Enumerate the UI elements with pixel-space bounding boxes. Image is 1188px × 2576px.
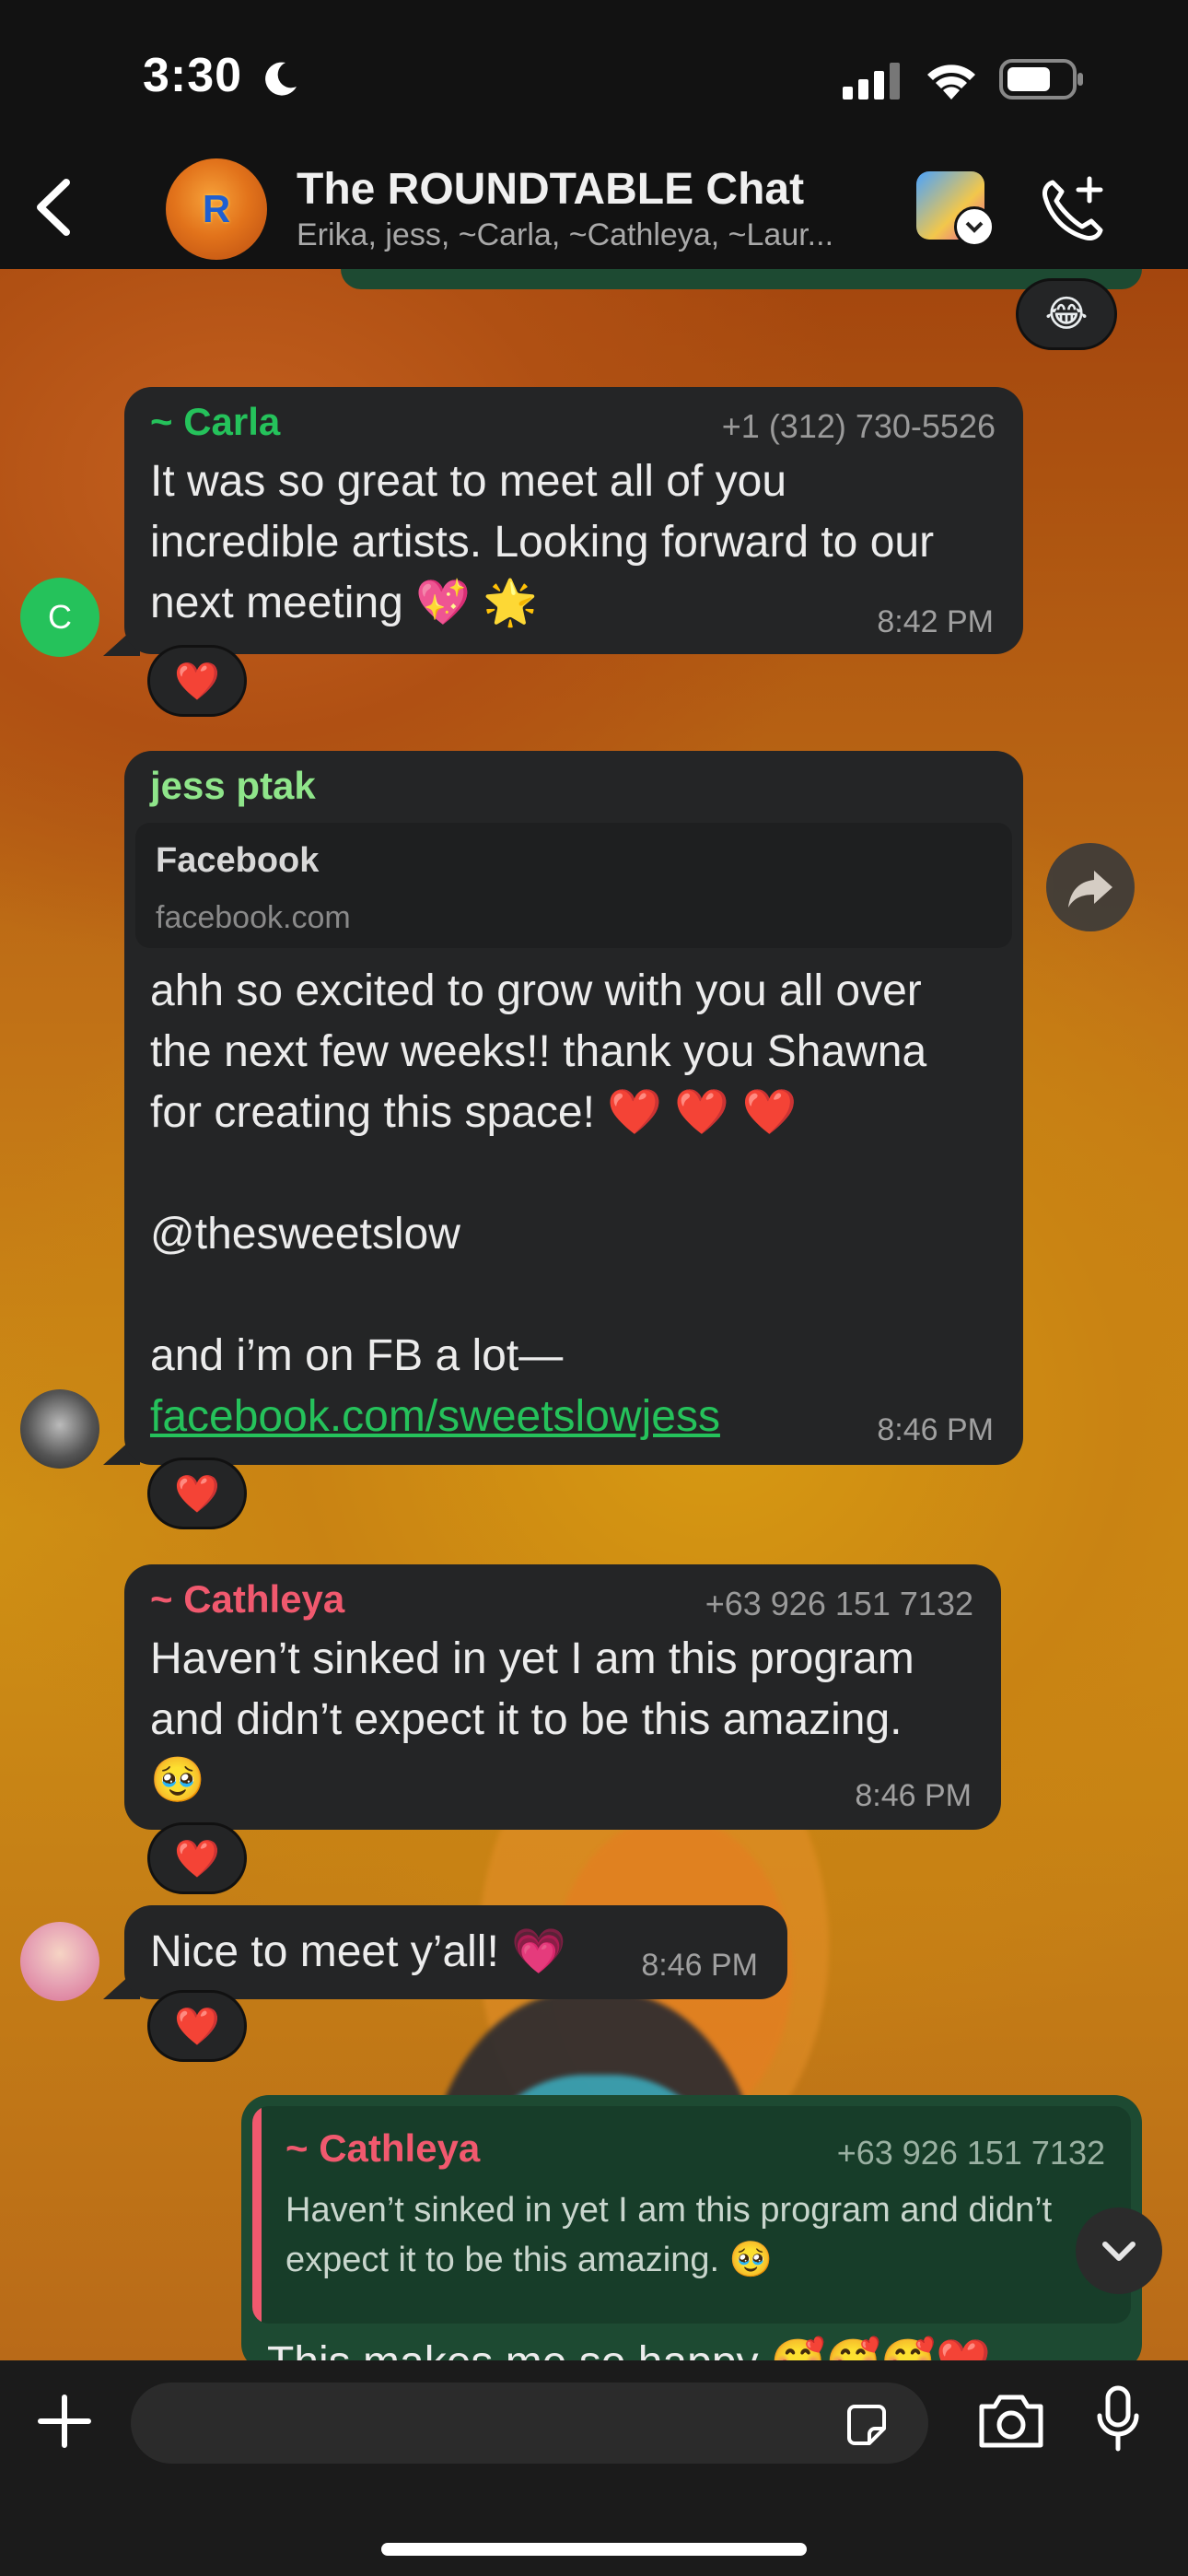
message-time: 8:42 PM xyxy=(877,604,994,639)
reaction-badge[interactable]: ❤️ xyxy=(147,645,247,717)
message-text: Haven’t sinked in yet I am this program … xyxy=(150,1634,914,1805)
link-preview[interactable]: Facebook facebook.com xyxy=(135,823,1012,948)
reaction-emoji: ❤️ xyxy=(174,1838,220,1879)
sender-name[interactable]: jess ptak xyxy=(150,764,316,808)
reaction-emoji: ❤️ xyxy=(174,1473,220,1515)
previous-message-edge xyxy=(341,269,1142,289)
own-message-bubble[interactable]: ~ Cathleya +63 926 151 7132 Haven’t sink… xyxy=(241,2095,1142,2371)
link-preview-title: Facebook xyxy=(156,841,320,880)
message-time: 8:46 PM xyxy=(877,1412,994,1447)
message-text: Nice to meet y’all! 💗 xyxy=(150,1927,566,1976)
moon-icon xyxy=(265,62,297,96)
chat-title[interactable]: The ROUNDTABLE Chat xyxy=(297,164,804,215)
reaction-badge[interactable]: 😂 xyxy=(1016,278,1117,350)
forward-icon xyxy=(1068,871,1112,907)
quoted-sender: ~ Cathleya xyxy=(285,2126,481,2170)
avatar-initial: C xyxy=(48,598,72,636)
reaction-emoji: 😂 xyxy=(1044,294,1089,334)
battery-icon xyxy=(999,59,1083,100)
quoted-phone: +63 926 151 7132 xyxy=(836,2134,1105,2172)
quoted-message[interactable]: ~ Cathleya +63 926 151 7132 Haven’t sink… xyxy=(252,2106,1131,2324)
reaction-emoji: ❤️ xyxy=(174,661,220,702)
sender-name[interactable]: ~ Cathleya xyxy=(150,1577,344,1622)
message-time: 8:46 PM xyxy=(641,1948,758,1983)
quoted-text: Haven’t sinked in yet I am this program … xyxy=(285,2191,1053,2279)
sender-phone: +1 (312) 730-5526 xyxy=(721,407,996,445)
reaction-badge[interactable]: ❤️ xyxy=(147,1458,247,1529)
plus-icon[interactable] xyxy=(35,2392,94,2451)
message-bubble[interactable]: ~ Cathleya +63 926 151 7132 Haven’t sink… xyxy=(124,1564,1001,1830)
chat-header: R The ROUNDTABLE Chat Erika, jess, ~Carl… xyxy=(0,147,1188,269)
chat-members[interactable]: Erika, jess, ~Carla, ~Cathleya, ~Laur... xyxy=(297,217,895,253)
chevron-down-icon xyxy=(1102,2242,1136,2261)
reaction-badge[interactable]: ❤️ xyxy=(147,1990,247,2062)
sticker-icon[interactable] xyxy=(842,2401,891,2451)
message-text: It was so great to meet all of you incre… xyxy=(150,457,935,627)
message-text: ahh so excited to grow with you all over… xyxy=(150,966,927,1380)
sender-name[interactable]: ~ Carla xyxy=(150,400,280,444)
cellular-signal-icon xyxy=(843,63,900,100)
avatar[interactable] xyxy=(20,1389,99,1469)
status-bar: 3:30 xyxy=(0,0,1188,147)
group-avatar[interactable]: R xyxy=(166,158,267,260)
message-link[interactable]: facebook.com/sweetslowjess xyxy=(150,1387,720,1447)
avatar[interactable]: C xyxy=(20,578,99,657)
wifi-icon xyxy=(927,64,975,100)
link-preview-domain: facebook.com xyxy=(156,900,351,935)
camera-icon[interactable] xyxy=(976,2390,1046,2453)
reaction-badge[interactable]: ❤️ xyxy=(147,1822,247,1894)
message-time: 8:46 PM xyxy=(855,1778,972,1813)
input-bar xyxy=(0,2360,1188,2576)
chevron-down-icon xyxy=(954,206,995,247)
message-bubble[interactable]: Nice to meet y’all! 💗 8:46 PM xyxy=(124,1905,787,1999)
message-input[interactable] xyxy=(131,2383,928,2464)
message-bubble[interactable]: ~ Carla +1 (312) 730-5526 It was so grea… xyxy=(124,387,1023,654)
forward-button[interactable] xyxy=(1046,843,1135,931)
reaction-emoji: ❤️ xyxy=(174,2006,220,2047)
sender-phone: +63 926 151 7132 xyxy=(705,1585,973,1622)
back-button[interactable] xyxy=(28,175,83,240)
microphone-icon[interactable] xyxy=(1094,2384,1142,2454)
add-call-button[interactable] xyxy=(1036,173,1110,247)
message-bubble[interactable]: jess ptak Facebook facebook.com ahh so e… xyxy=(124,751,1023,1465)
quote-bar xyxy=(252,2106,262,2324)
group-avatar-letter: R xyxy=(202,187,231,230)
scroll-down-button[interactable] xyxy=(1076,2207,1162,2294)
status-time: 3:30 xyxy=(143,49,243,102)
home-indicator xyxy=(381,2543,807,2556)
avatar[interactable] xyxy=(20,1922,99,2001)
